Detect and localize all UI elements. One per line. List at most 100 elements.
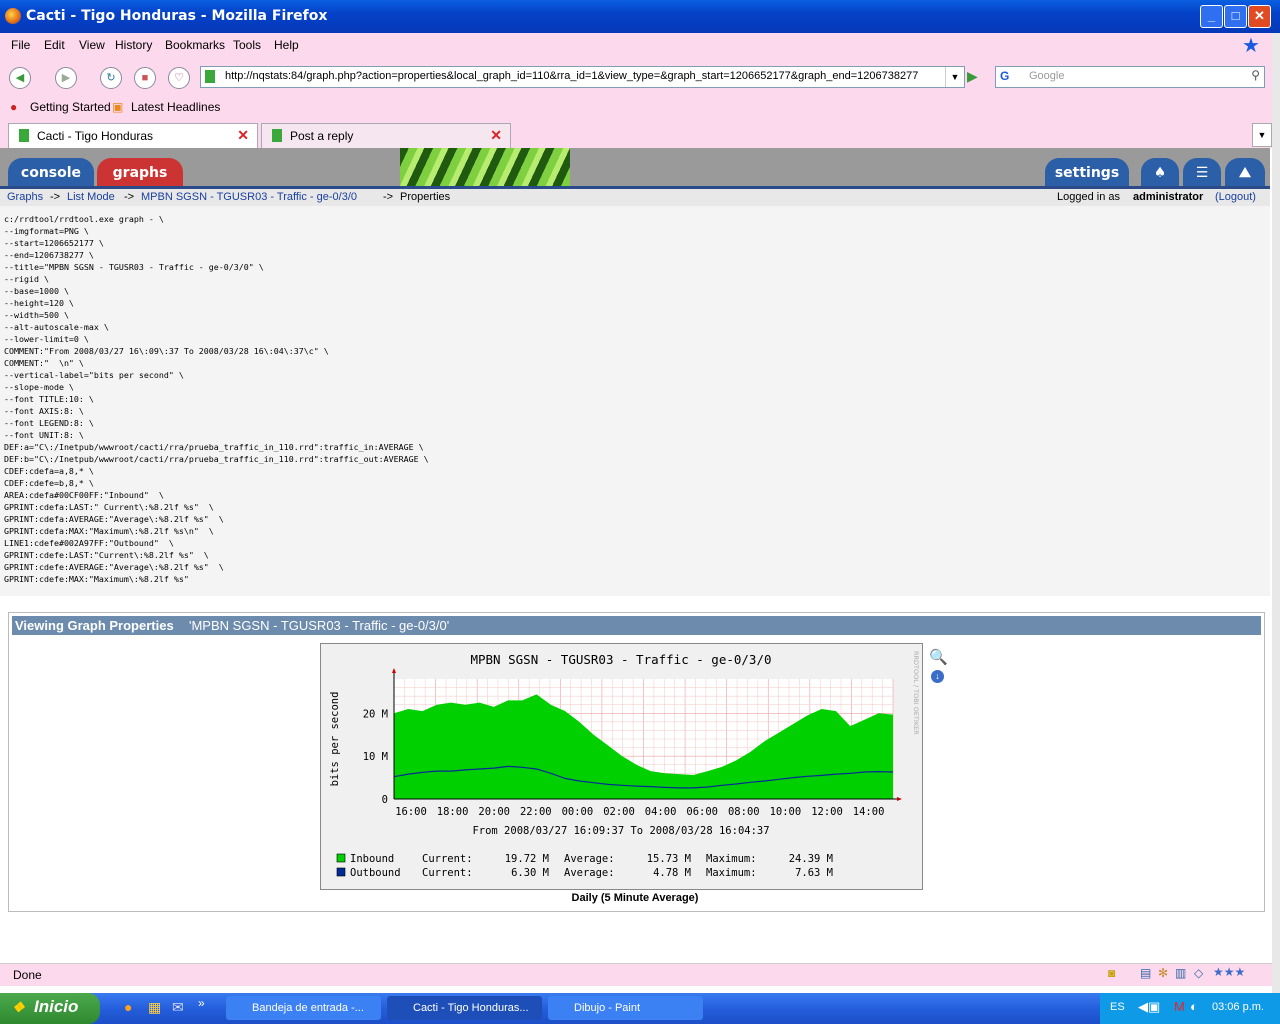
mail-quicklaunch-icon[interactable]: ✉	[172, 999, 184, 1016]
tab-list-icon[interactable]: ▼	[1252, 123, 1272, 147]
menu-bookmarks[interactable]: Bookmarks	[165, 38, 225, 52]
tab-close-icon[interactable]: ✕	[237, 127, 249, 144]
vertical-scrollbar[interactable]	[1272, 33, 1280, 993]
cacti-logo-stripes	[400, 148, 570, 186]
forward-icon[interactable]: ▶	[55, 67, 77, 89]
security-icon[interactable]: ◐	[1190, 999, 1198, 1014]
x-tick-label: 02:00	[603, 806, 635, 818]
crumb-sep: ->	[50, 191, 61, 203]
menu-tools[interactable]: Tools	[233, 38, 261, 52]
crumb-graph[interactable]: MPBN SGSN - TGUSR03 - Traffic - ge-0/3/0	[141, 191, 357, 203]
cacti-favicon	[19, 129, 29, 142]
menu-edit[interactable]: Edit	[44, 38, 65, 52]
book-icon[interactable]: ▤	[1140, 966, 1151, 980]
tree-view-icon[interactable]: ♠	[1141, 158, 1179, 188]
graph-caption: Daily (5 Minute Average)	[571, 892, 699, 904]
status-bar: Done ◙ ▤ ✻ ▥ ◇ ★★★	[0, 963, 1272, 986]
x-tick-label: 14:00	[853, 806, 885, 818]
legend-maximum-label: Maximum:	[706, 853, 757, 865]
crumb-list-mode[interactable]: List Mode	[67, 191, 115, 203]
legend-maximum-label: Maximum:	[706, 867, 757, 879]
x-tick-label: 12:00	[811, 806, 843, 818]
tab-console[interactable]: console	[8, 158, 94, 188]
download-icon[interactable]: ↓	[931, 670, 944, 683]
bookmark-latest-headlines[interactable]: Latest Headlines	[131, 100, 220, 114]
legend-average-label: Average:	[564, 853, 615, 865]
task-paint[interactable]: Dibujo - Paint	[548, 996, 703, 1020]
tab-close-icon[interactable]: ✕	[490, 127, 502, 144]
close-button[interactable]: ✕	[1248, 5, 1271, 28]
back-icon[interactable]: ◀	[9, 67, 31, 89]
taskbar: ● ▦ ✉ » Bandeja de entrada -... Cacti - …	[0, 993, 1280, 1024]
graph-image[interactable]: MPBN SGSN - TGUSR03 - Traffic - ge-0/3/0…	[320, 643, 923, 890]
google-icon[interactable]: G	[1000, 69, 1009, 83]
chart-icon[interactable]: ▥	[1175, 966, 1186, 980]
mcafee-icon[interactable]: M	[1174, 999, 1185, 1014]
window-title-bar[interactable]: Cacti - Tigo Honduras - Mozilla Firefox …	[0, 0, 1280, 33]
tab-label: Cacti - Tigo Honduras	[37, 129, 154, 143]
legend-maximum-value: 24.39 M	[789, 853, 833, 865]
maximize-button[interactable]: □	[1224, 5, 1247, 28]
gear-icon[interactable]: ✻	[1158, 966, 1168, 980]
tab-post-reply[interactable]: Post a reply ✕	[261, 123, 511, 148]
heart-icon[interactable]: ♡	[168, 67, 190, 89]
tab-settings[interactable]: settings	[1045, 158, 1129, 188]
go-icon[interactable]: ▶	[967, 68, 978, 85]
task-cacti[interactable]: Cacti - Tigo Honduras...	[387, 996, 542, 1020]
start-button[interactable]: ❖ Inicio	[0, 993, 100, 1024]
windows-logo-icon: ❖	[12, 999, 25, 1015]
addon-icon[interactable]: ◙	[1108, 966, 1115, 980]
logout-link[interactable]: (Logout)	[1215, 191, 1256, 203]
system-tray: ES ◀▣ M ◐ 03:06 p.m.	[1100, 993, 1280, 1024]
legend-current-value: 6.30 M	[511, 867, 549, 879]
crumb-properties: Properties	[400, 191, 451, 203]
firefox-quicklaunch-icon[interactable]: ●	[124, 999, 132, 1015]
task-inbox[interactable]: Bandeja de entrada -...	[226, 996, 381, 1020]
tab-graphs[interactable]: graphs	[97, 158, 183, 188]
crumb-graphs[interactable]: Graphs	[7, 191, 43, 203]
stop-icon[interactable]: ■	[134, 67, 156, 89]
minimize-button[interactable]: _	[1200, 5, 1223, 28]
url-bar[interactable]: http://nqstats:84/graph.php?action=prope…	[200, 66, 965, 88]
y-tick-label: 0	[382, 794, 388, 806]
cacti-favicon	[205, 70, 215, 83]
legend-name: Outbound	[350, 867, 401, 879]
list-view-icon[interactable]: ☰	[1183, 158, 1221, 188]
menu-view[interactable]: View	[79, 38, 105, 52]
breadcrumb: Graphs -> List Mode -> MPBN SGSN - TGUSR…	[0, 189, 1270, 207]
legend-average-label: Average:	[564, 867, 615, 879]
search-placeholder: Google	[1029, 70, 1065, 82]
tab-label: Post a reply	[290, 129, 354, 143]
search-input[interactable]: G Google ⚲	[995, 66, 1265, 88]
menu-history[interactable]: History	[115, 38, 152, 52]
apps-quicklaunch-icon[interactable]: ▦	[148, 999, 161, 1016]
x-tick-label: 00:00	[562, 806, 594, 818]
comment-icon[interactable]: ◇	[1194, 966, 1203, 980]
menu-file[interactable]: File	[11, 38, 30, 52]
search-icon[interactable]: ⚲	[1251, 68, 1260, 82]
logged-in-label: Logged in as	[1057, 191, 1120, 203]
quicklaunch-more-icon[interactable]: »	[198, 996, 205, 1010]
window-title: Cacti - Tigo Honduras - Mozilla Firefox	[26, 8, 328, 24]
crumb-sep: ->	[124, 191, 135, 203]
crumb-sep: ->	[383, 191, 394, 203]
preview-view-icon[interactable]: ⛰	[1225, 158, 1265, 188]
language-indicator[interactable]: ES	[1110, 1001, 1125, 1013]
bookmark-getting-started[interactable]: Getting Started	[30, 100, 111, 114]
y-axis-label: bits per second	[329, 692, 341, 787]
zoom-icon[interactable]: 🔍	[929, 648, 948, 666]
legend-current-value: 19.72 M	[505, 853, 549, 865]
network-icon[interactable]: ◀▣	[1138, 999, 1160, 1015]
tab-cacti[interactable]: Cacti - Tigo Honduras ✕	[8, 123, 258, 148]
logged-in-user: administrator	[1133, 191, 1204, 203]
firefox-icon	[5, 8, 21, 24]
reload-icon[interactable]: ↻	[100, 67, 122, 89]
star-icon[interactable]: ★	[1242, 33, 1260, 58]
legend-swatch-inbound	[336, 853, 346, 863]
forum-favicon	[272, 129, 282, 142]
menu-help[interactable]: Help	[274, 38, 299, 52]
y-tick-label: 20 M	[363, 708, 388, 720]
rating-stars-icon[interactable]: ★★★	[1213, 965, 1245, 979]
url-dropdown-icon[interactable]: ▼	[945, 67, 964, 87]
graph-panel-heading: Viewing Graph Properties	[15, 618, 174, 633]
